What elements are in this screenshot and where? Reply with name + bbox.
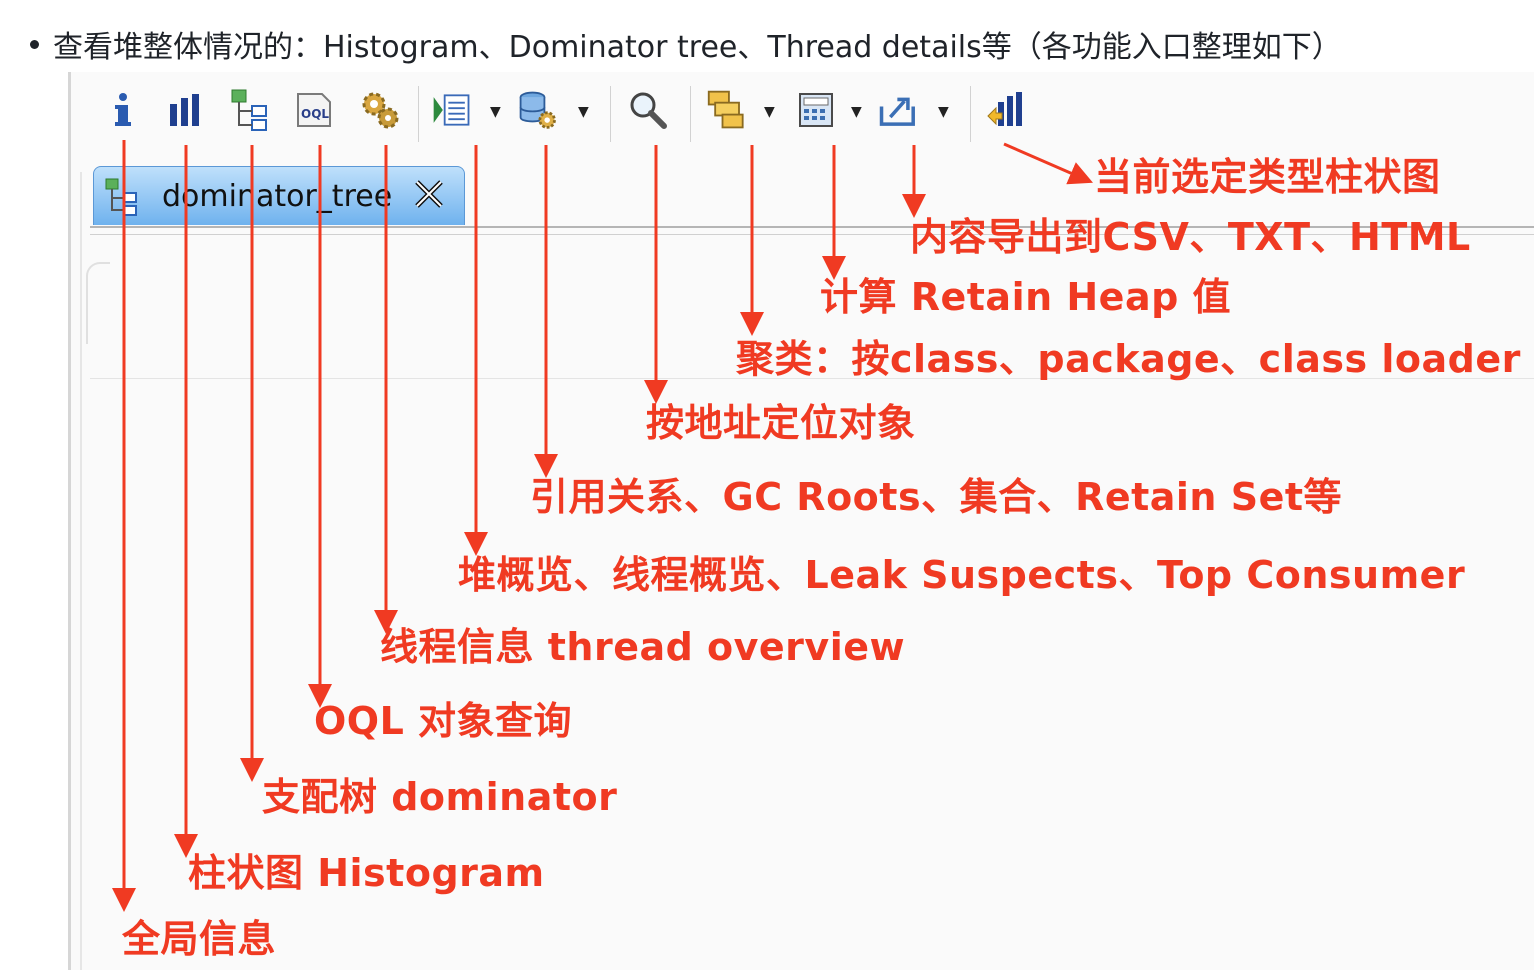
export-dropdown-icon[interactable]: ▼ [938,104,949,120]
intro-text: 查看堆整体情况的：Histogram、Dominator tree、Thread… [53,30,1342,65]
intro-line: 查看堆整体情况的：Histogram、Dominator tree、Thread… [30,22,1342,66]
label-oql: OQL 对象查询 [314,699,573,743]
label-export: 内容导出到CSV、TXT、HTML [910,215,1471,259]
label-overview: 堆概览、线程概览、Leak Suspects、Top Consumer [458,553,1466,597]
label-locate-by-address: 按地址定位对象 [646,401,916,445]
heap-overview-dropdown-icon[interactable]: ▼ [490,104,501,120]
oql-icon[interactable]: OQL [292,86,336,134]
label-calc-retain-heap: 计算 Retain Heap 值 [820,275,1232,319]
info-icon[interactable] [101,86,145,134]
label-query-browser: 引用关系、GC Roots、集合、Retain Set等 [530,475,1343,519]
label-group-by: 聚类：按class、package、class loader [736,337,1521,381]
toolbar-separator [418,86,419,142]
group-by-icon[interactable] [706,86,750,134]
window-edge [68,72,71,970]
thread-overview-icon[interactable] [358,86,402,134]
tab-label: dominator_tree [162,179,393,214]
histogram-icon[interactable] [164,86,208,134]
panel-corner [86,262,110,344]
toolbar-separator [970,86,971,142]
tab-dominator-tree[interactable]: dominator_tree [93,166,465,225]
calculate-retained-icon[interactable] [794,86,838,134]
label-thread-overview: 线程信息 thread overview [380,625,906,669]
query-browser-dropdown-icon[interactable]: ▼ [578,104,589,120]
label-histogram: 柱状图 Histogram [188,851,545,895]
search-object-icon[interactable] [626,86,670,134]
dominator-tree-icon[interactable] [230,86,274,134]
label-dominator: 支配树 dominator [262,775,618,819]
label-selected-type-histogram: 当前选定类型柱状图 [1094,155,1441,199]
close-icon[interactable] [412,177,446,211]
export-icon[interactable] [878,86,922,134]
mat-screenshot: OQL ▼ ▼ ▼ ▼ ▼ dominator_tree [68,72,1534,970]
toolbar: OQL ▼ ▼ ▼ ▼ ▼ [68,72,1534,152]
query-browser-icon[interactable] [516,86,560,134]
panel-edge [80,172,82,970]
toolbar-separator [610,86,611,142]
calculate-dropdown-icon[interactable]: ▼ [851,104,862,120]
selected-type-histogram-icon[interactable] [984,86,1028,134]
label-global-info: 全局信息 [122,917,277,961]
heap-overview-icon[interactable] [430,86,474,134]
bullet-icon [30,39,39,49]
toolbar-separator [690,86,691,142]
group-by-dropdown-icon[interactable]: ▼ [764,104,775,120]
dominator-tree-icon [105,178,137,216]
svg-text:OQL: OQL [301,107,329,121]
